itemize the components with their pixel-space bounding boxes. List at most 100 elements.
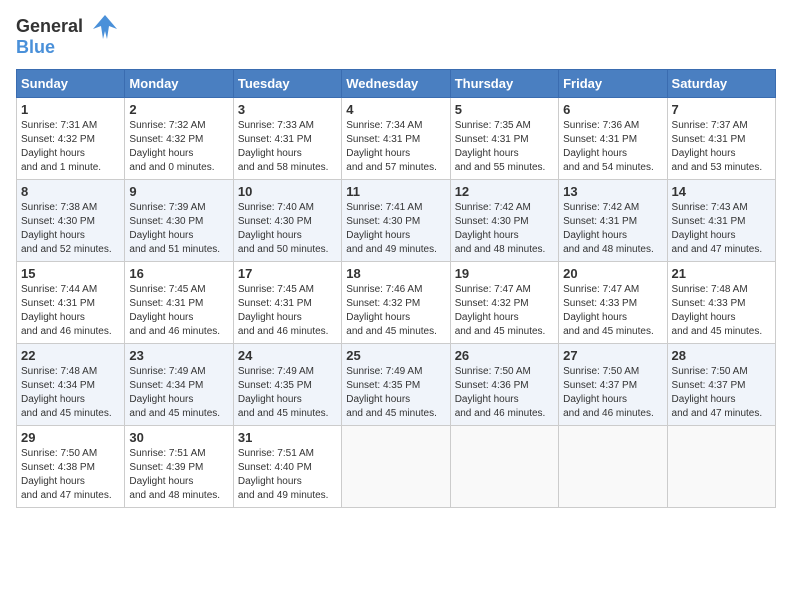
day-number: 6 — [563, 102, 662, 117]
day-info: Sunrise: 7:38 AMSunset: 4:30 PMDaylight … — [21, 201, 120, 257]
calendar-day-cell: 29 Sunrise: 7:50 AMSunset: 4:38 PMDaylig… — [17, 426, 125, 508]
day-info: Sunrise: 7:35 AMSunset: 4:31 PMDaylight … — [455, 119, 554, 175]
day-number: 8 — [21, 184, 120, 199]
calendar-week-row: 1 Sunrise: 7:31 AMSunset: 4:32 PMDayligh… — [17, 98, 776, 180]
day-info: Sunrise: 7:39 AMSunset: 4:30 PMDaylight … — [129, 201, 228, 257]
day-info: Sunrise: 7:31 AMSunset: 4:32 PMDaylight … — [21, 119, 120, 175]
day-number: 16 — [129, 266, 228, 281]
day-info: Sunrise: 7:34 AMSunset: 4:31 PMDaylight … — [346, 119, 445, 175]
calendar-day-cell: 3 Sunrise: 7:33 AMSunset: 4:31 PMDayligh… — [233, 98, 341, 180]
day-info: Sunrise: 7:50 AMSunset: 4:37 PMDaylight … — [672, 365, 771, 421]
day-number: 28 — [672, 348, 771, 363]
calendar-day-cell: 25 Sunrise: 7:49 AMSunset: 4:35 PMDaylig… — [342, 344, 450, 426]
weekday-header: Friday — [559, 70, 667, 98]
day-number: 7 — [672, 102, 771, 117]
calendar-day-cell — [342, 426, 450, 508]
day-number: 30 — [129, 430, 228, 445]
day-number: 13 — [563, 184, 662, 199]
day-number: 31 — [238, 430, 337, 445]
day-info: Sunrise: 7:49 AMSunset: 4:35 PMDaylight … — [346, 365, 445, 421]
day-info: Sunrise: 7:49 AMSunset: 4:34 PMDaylight … — [129, 365, 228, 421]
day-info: Sunrise: 7:42 AMSunset: 4:31 PMDaylight … — [563, 201, 662, 257]
calendar-day-cell: 13 Sunrise: 7:42 AMSunset: 4:31 PMDaylig… — [559, 180, 667, 262]
calendar-header-row: SundayMondayTuesdayWednesdayThursdayFrid… — [17, 70, 776, 98]
day-number: 23 — [129, 348, 228, 363]
calendar-day-cell: 27 Sunrise: 7:50 AMSunset: 4:37 PMDaylig… — [559, 344, 667, 426]
day-info: Sunrise: 7:42 AMSunset: 4:30 PMDaylight … — [455, 201, 554, 257]
day-info: Sunrise: 7:47 AMSunset: 4:33 PMDaylight … — [563, 283, 662, 339]
day-number: 10 — [238, 184, 337, 199]
weekday-header: Wednesday — [342, 70, 450, 98]
calendar-day-cell: 15 Sunrise: 7:44 AMSunset: 4:31 PMDaylig… — [17, 262, 125, 344]
calendar-week-row: 29 Sunrise: 7:50 AMSunset: 4:38 PMDaylig… — [17, 426, 776, 508]
calendar-day-cell: 16 Sunrise: 7:45 AMSunset: 4:31 PMDaylig… — [125, 262, 233, 344]
day-info: Sunrise: 7:50 AMSunset: 4:36 PMDaylight … — [455, 365, 554, 421]
calendar-day-cell: 5 Sunrise: 7:35 AMSunset: 4:31 PMDayligh… — [450, 98, 558, 180]
calendar-week-row: 22 Sunrise: 7:48 AMSunset: 4:34 PMDaylig… — [17, 344, 776, 426]
calendar-day-cell — [450, 426, 558, 508]
day-info: Sunrise: 7:37 AMSunset: 4:31 PMDaylight … — [672, 119, 771, 175]
weekday-header: Saturday — [667, 70, 775, 98]
day-number: 15 — [21, 266, 120, 281]
day-info: Sunrise: 7:36 AMSunset: 4:31 PMDaylight … — [563, 119, 662, 175]
logo: General Blue — [16, 16, 123, 57]
day-info: Sunrise: 7:51 AMSunset: 4:40 PMDaylight … — [238, 447, 337, 503]
day-number: 22 — [21, 348, 120, 363]
calendar-day-cell: 31 Sunrise: 7:51 AMSunset: 4:40 PMDaylig… — [233, 426, 341, 508]
calendar-day-cell: 12 Sunrise: 7:42 AMSunset: 4:30 PMDaylig… — [450, 180, 558, 262]
calendar-day-cell: 19 Sunrise: 7:47 AMSunset: 4:32 PMDaylig… — [450, 262, 558, 344]
calendar-day-cell — [667, 426, 775, 508]
day-number: 9 — [129, 184, 228, 199]
day-info: Sunrise: 7:47 AMSunset: 4:32 PMDaylight … — [455, 283, 554, 339]
day-info: Sunrise: 7:43 AMSunset: 4:31 PMDaylight … — [672, 201, 771, 257]
day-number: 11 — [346, 184, 445, 199]
calendar-day-cell: 22 Sunrise: 7:48 AMSunset: 4:34 PMDaylig… — [17, 344, 125, 426]
calendar-day-cell: 20 Sunrise: 7:47 AMSunset: 4:33 PMDaylig… — [559, 262, 667, 344]
page-header: General Blue — [16, 16, 776, 57]
weekday-header: Tuesday — [233, 70, 341, 98]
day-info: Sunrise: 7:32 AMSunset: 4:32 PMDaylight … — [129, 119, 228, 175]
calendar-day-cell: 26 Sunrise: 7:50 AMSunset: 4:36 PMDaylig… — [450, 344, 558, 426]
calendar-day-cell: 1 Sunrise: 7:31 AMSunset: 4:32 PMDayligh… — [17, 98, 125, 180]
calendar-day-cell: 23 Sunrise: 7:49 AMSunset: 4:34 PMDaylig… — [125, 344, 233, 426]
day-number: 27 — [563, 348, 662, 363]
day-number: 2 — [129, 102, 228, 117]
weekday-header: Thursday — [450, 70, 558, 98]
logo-text-general: General — [16, 16, 83, 36]
calendar-table: SundayMondayTuesdayWednesdayThursdayFrid… — [16, 69, 776, 508]
calendar-week-row: 8 Sunrise: 7:38 AMSunset: 4:30 PMDayligh… — [17, 180, 776, 262]
day-number: 4 — [346, 102, 445, 117]
day-number: 24 — [238, 348, 337, 363]
day-info: Sunrise: 7:44 AMSunset: 4:31 PMDaylight … — [21, 283, 120, 339]
day-info: Sunrise: 7:48 AMSunset: 4:33 PMDaylight … — [672, 283, 771, 339]
logo-bird-icon — [87, 11, 123, 47]
day-number: 12 — [455, 184, 554, 199]
day-number: 14 — [672, 184, 771, 199]
day-info: Sunrise: 7:48 AMSunset: 4:34 PMDaylight … — [21, 365, 120, 421]
day-info: Sunrise: 7:40 AMSunset: 4:30 PMDaylight … — [238, 201, 337, 257]
day-number: 21 — [672, 266, 771, 281]
day-info: Sunrise: 7:41 AMSunset: 4:30 PMDaylight … — [346, 201, 445, 257]
day-number: 26 — [455, 348, 554, 363]
calendar-day-cell: 21 Sunrise: 7:48 AMSunset: 4:33 PMDaylig… — [667, 262, 775, 344]
day-info: Sunrise: 7:49 AMSunset: 4:35 PMDaylight … — [238, 365, 337, 421]
day-info: Sunrise: 7:45 AMSunset: 4:31 PMDaylight … — [129, 283, 228, 339]
day-number: 25 — [346, 348, 445, 363]
day-number: 19 — [455, 266, 554, 281]
day-number: 17 — [238, 266, 337, 281]
calendar-day-cell: 18 Sunrise: 7:46 AMSunset: 4:32 PMDaylig… — [342, 262, 450, 344]
calendar-day-cell: 7 Sunrise: 7:37 AMSunset: 4:31 PMDayligh… — [667, 98, 775, 180]
calendar-day-cell: 24 Sunrise: 7:49 AMSunset: 4:35 PMDaylig… — [233, 344, 341, 426]
day-info: Sunrise: 7:46 AMSunset: 4:32 PMDaylight … — [346, 283, 445, 339]
calendar-day-cell: 8 Sunrise: 7:38 AMSunset: 4:30 PMDayligh… — [17, 180, 125, 262]
day-info: Sunrise: 7:50 AMSunset: 4:37 PMDaylight … — [563, 365, 662, 421]
calendar-day-cell: 9 Sunrise: 7:39 AMSunset: 4:30 PMDayligh… — [125, 180, 233, 262]
calendar-day-cell: 28 Sunrise: 7:50 AMSunset: 4:37 PMDaylig… — [667, 344, 775, 426]
logo-text-blue: Blue — [16, 37, 83, 58]
day-number: 5 — [455, 102, 554, 117]
calendar-day-cell: 6 Sunrise: 7:36 AMSunset: 4:31 PMDayligh… — [559, 98, 667, 180]
day-info: Sunrise: 7:51 AMSunset: 4:39 PMDaylight … — [129, 447, 228, 503]
weekday-header: Monday — [125, 70, 233, 98]
day-number: 29 — [21, 430, 120, 445]
calendar-day-cell: 30 Sunrise: 7:51 AMSunset: 4:39 PMDaylig… — [125, 426, 233, 508]
